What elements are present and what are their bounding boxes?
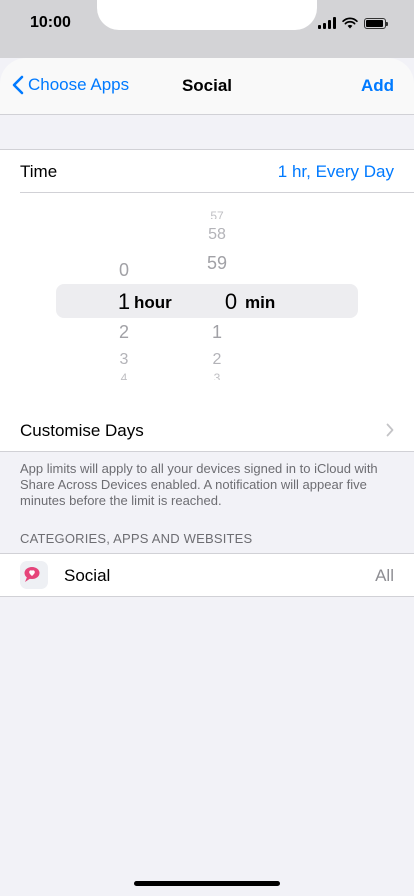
minute-option[interactable]: 57: [197, 209, 237, 219]
chevron-left-icon: [12, 75, 24, 95]
picker-selection-band: [56, 284, 358, 318]
minute-option[interactable]: 1: [197, 322, 237, 343]
time-group: Time 1 hr, Every Day 0 1 2 3 4 hour 57 5…: [0, 149, 414, 410]
back-button[interactable]: Choose Apps: [12, 75, 129, 95]
navigation-bar: Choose Apps Social Add: [0, 58, 414, 115]
screen: Choose Apps Social Add Time 1 hr, Every …: [0, 58, 414, 896]
minute-unit-label: min: [245, 293, 276, 312]
home-indicator[interactable]: [134, 881, 280, 886]
status-icons: [318, 17, 388, 29]
add-button[interactable]: Add: [361, 76, 394, 96]
status-time: 10:00: [30, 14, 71, 31]
time-row[interactable]: Time 1 hr, Every Day: [0, 150, 414, 192]
time-value[interactable]: 1 hr, Every Day: [278, 162, 394, 182]
hour-option[interactable]: 0: [104, 260, 144, 281]
section-header: CATEGORIES, APPS AND WEBSITES: [20, 531, 253, 546]
phone-frame: 10:00 Choose Apps Social Add Time 1 hr, …: [0, 0, 414, 896]
minute-option[interactable]: 58: [197, 226, 237, 244]
hour-option[interactable]: 3: [104, 351, 144, 369]
minute-option[interactable]: 59: [197, 253, 237, 274]
footnote-text: App limits will apply to all your device…: [20, 461, 378, 508]
hour-unit-label: hour: [134, 293, 172, 312]
category-row[interactable]: Social All: [0, 553, 414, 597]
customise-days-row[interactable]: Customise Days: [0, 408, 414, 452]
minute-option[interactable]: 2: [197, 351, 237, 369]
battery-icon: [364, 17, 388, 29]
category-label: Social: [64, 566, 111, 585]
time-picker[interactable]: 0 1 2 3 4 hour 57 58 59 0 1 2 3 min: [0, 193, 414, 409]
signal-icon: [318, 17, 336, 29]
back-button-label: Choose Apps: [28, 75, 130, 94]
customise-days-label: Customise Days: [20, 421, 144, 440]
hour-option[interactable]: 2: [104, 322, 144, 343]
time-label: Time: [20, 162, 58, 181]
minute-option[interactable]: 3: [197, 371, 237, 380]
category-value: All: [375, 566, 394, 585]
chevron-right-icon: [386, 423, 394, 437]
notch: [97, 0, 317, 30]
hour-option[interactable]: 4: [104, 371, 144, 380]
wifi-icon: [342, 17, 358, 29]
social-bubble-heart-icon: [20, 561, 48, 589]
